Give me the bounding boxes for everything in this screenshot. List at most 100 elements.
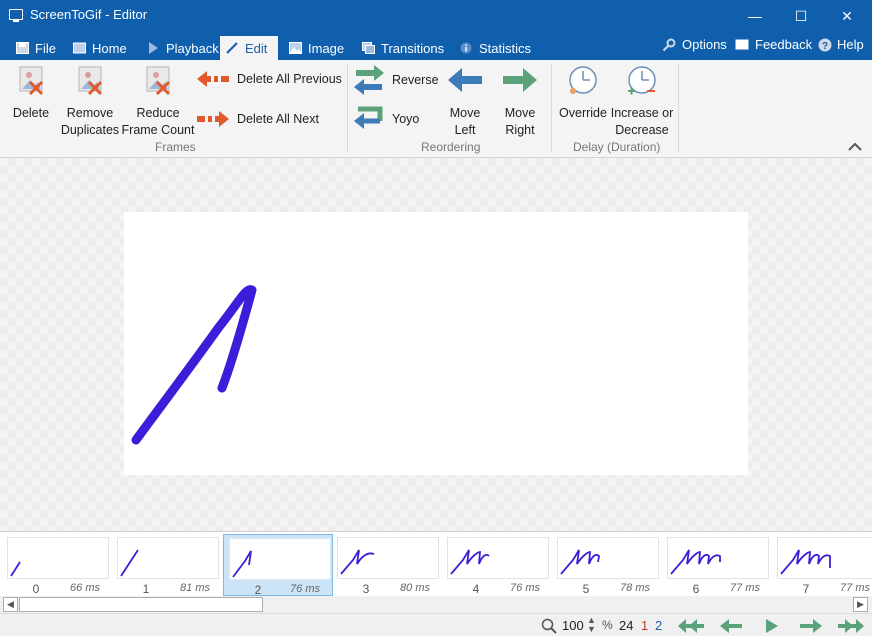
frame-count: 24 [619, 618, 634, 633]
transitions-icon [362, 42, 375, 54]
maximize-button[interactable]: ☐ [778, 0, 824, 32]
frame-number: 4 [472, 582, 480, 596]
previous-frame-icon[interactable] [718, 617, 744, 635]
options-button[interactable]: Options [662, 37, 727, 52]
reduce-frame-count-label: Reduce Frame Count [121, 106, 195, 137]
frame-number: 3 [362, 582, 370, 596]
delete-all-next-label: Delete All Next [237, 112, 319, 126]
collapse-ribbon-icon[interactable] [848, 142, 862, 152]
zoom-icon [541, 618, 557, 634]
arrow-right-icon [503, 68, 537, 92]
move-left-label: Move Left [449, 106, 481, 137]
play-icon[interactable] [760, 617, 786, 635]
group-separator [347, 64, 348, 152]
frame-thumbnail[interactable]: 1 81 ms [112, 534, 222, 596]
frame-strip-scrollbar[interactable]: ◀ ▶ [0, 596, 872, 613]
clock-plus-minus-icon [628, 66, 656, 95]
minimize-button[interactable]: — [732, 0, 778, 32]
frame-thumbnail[interactable]: 4 76 ms [442, 534, 552, 596]
reduce-frame-count-icon [146, 66, 171, 96]
override-delay-button[interactable]: Override [556, 64, 610, 122]
delay-group-label: Delay (Duration) [573, 140, 661, 154]
image-icon [289, 42, 302, 54]
tab-label: Playback [166, 40, 219, 56]
frame-number: 7 [802, 582, 810, 596]
tab-file[interactable]: File [10, 36, 62, 60]
tab-playback[interactable]: Playback [141, 36, 225, 60]
help-label: Help [837, 37, 864, 52]
tab-transitions[interactable]: Transitions [356, 36, 450, 60]
close-button[interactable]: ✕ [824, 0, 870, 32]
frame-number: 5 [582, 582, 590, 596]
tab-image[interactable]: Image [283, 36, 350, 60]
yoyo-button[interactable]: Yoyo [354, 105, 419, 133]
frame-thumbnail[interactable]: 7 77 ms [772, 534, 872, 596]
frame-delay: 66 ms [70, 582, 100, 594]
next-frame-icon[interactable] [798, 617, 824, 635]
tab-edit[interactable]: Edit [220, 36, 278, 60]
home-icon [73, 42, 86, 54]
move-right-button[interactable]: Move Right [495, 66, 545, 139]
tab-bar: File Home Playback Edit Image Transition… [0, 34, 872, 60]
delete-frame-button[interactable]: Delete [6, 64, 56, 122]
svg-text:?: ? [822, 41, 828, 52]
frame-thumbnail[interactable]: 0 66 ms [2, 534, 112, 596]
tab-home[interactable]: Home [67, 36, 133, 60]
yoyo-icon [354, 106, 383, 129]
tab-label: File [35, 40, 56, 56]
frame-delay: 76 ms [290, 583, 320, 595]
group-separator [551, 64, 552, 152]
drawing-stroke [131, 285, 257, 445]
pencil-icon [226, 42, 238, 54]
frame-thumbnail[interactable]: 6 77 ms [662, 534, 772, 596]
frame-preview [124, 212, 748, 475]
increase-decrease-delay-button[interactable]: Increase or Decrease [609, 64, 675, 139]
zoom-value[interactable]: 100 [562, 618, 584, 633]
delete-next-arrow-icon [197, 111, 229, 127]
remove-duplicates-label: Remove Duplicates [60, 106, 120, 137]
play-icon [149, 42, 158, 54]
scrollbar-thumb[interactable] [19, 597, 263, 612]
current-frame: 2 [655, 618, 663, 633]
move-right-label: Move Right [504, 106, 536, 137]
reduce-frame-count-button[interactable]: Reduce Frame Count [120, 64, 196, 139]
arrow-left-icon [448, 68, 482, 92]
zoom-stepper-icon[interactable]: ▲ ▼ [587, 616, 596, 634]
delete-all-previous-button[interactable]: Delete All Previous [197, 70, 342, 88]
increase-decrease-label: Increase or Decrease [610, 106, 674, 137]
info-icon [460, 42, 472, 54]
yoyo-label: Yoyo [392, 112, 420, 126]
frame-delay: 76 ms [510, 582, 540, 594]
title-bar: ScreenToGif - Editor — ☐ ✕ [0, 0, 872, 34]
move-left-button[interactable]: Move Left [440, 66, 490, 139]
first-frame-icon[interactable] [678, 617, 704, 635]
frame-thumbnail[interactable]: 5 78 ms [552, 534, 662, 596]
ribbon: Delete Remove Duplicates Reduce Frame Co… [0, 60, 872, 158]
frame-thumbnail[interactable]: 3 80 ms [332, 534, 442, 596]
feedback-button[interactable]: Feedback [735, 37, 812, 52]
clock-icon [569, 66, 597, 94]
zoom-unit: % [602, 618, 613, 632]
tab-statistics[interactable]: Statistics [454, 36, 537, 60]
scroll-right-icon[interactable]: ▶ [853, 597, 868, 612]
tab-label: Image [308, 40, 345, 56]
scroll-left-icon[interactable]: ◀ [3, 597, 18, 612]
reverse-button[interactable]: Reverse [354, 65, 439, 95]
reverse-label: Reverse [392, 73, 439, 87]
delete-previous-arrow-icon [197, 71, 229, 87]
save-icon [16, 42, 29, 54]
frame-delay: 77 ms [840, 582, 870, 594]
delete-all-next-button[interactable]: Delete All Next [197, 110, 319, 128]
tab-label: Home [92, 40, 127, 56]
status-bar: 100 ▲ ▼ % 24 1 2 [0, 613, 872, 636]
help-button[interactable]: ? Help [818, 37, 864, 52]
last-frame-icon[interactable] [838, 617, 864, 635]
remove-duplicates-button[interactable]: Remove Duplicates [58, 64, 122, 139]
tab-label: Statistics [479, 40, 532, 56]
frame-number: 6 [692, 582, 700, 596]
reordering-group-label: Reordering [421, 140, 481, 154]
options-label: Options [682, 37, 727, 52]
frame-delay: 80 ms [400, 582, 430, 594]
frame-thumbnail-selected[interactable]: 2 76 ms [223, 534, 333, 597]
frame-number: 1 [142, 582, 150, 596]
